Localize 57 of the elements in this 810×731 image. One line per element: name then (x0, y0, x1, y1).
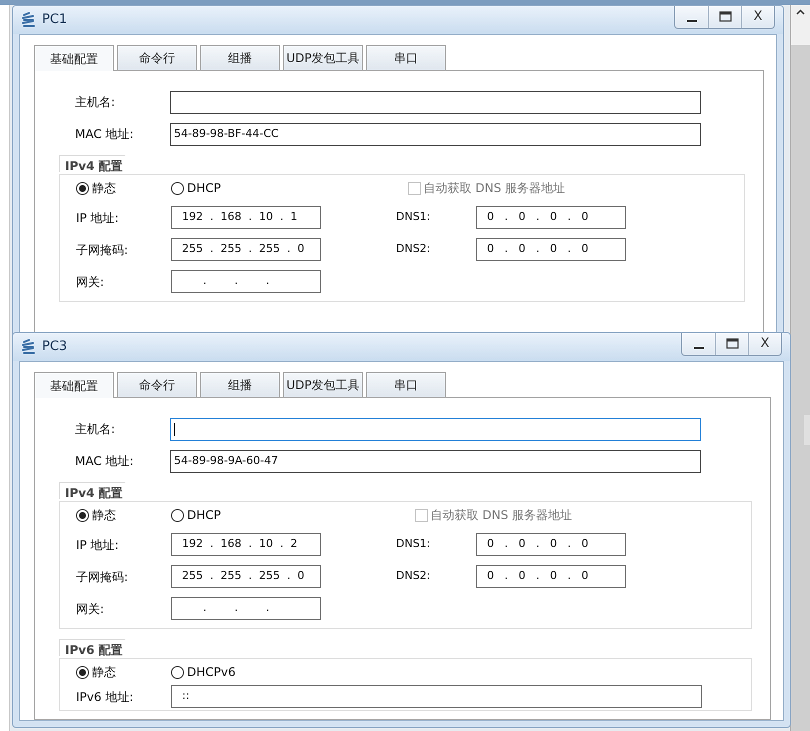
tab[interactable]: 组播 (200, 45, 280, 70)
field-label: MAC 地址: (74, 453, 135, 470)
pc-icon (21, 339, 37, 355)
tab[interactable]: 串口 (366, 372, 446, 397)
mac-address-field[interactable]: 54-89-98-9A-60-47 (170, 450, 701, 472)
scrollbar[interactable] (790, 5, 810, 731)
tab[interactable]: 组播 (200, 372, 280, 397)
tab[interactable]: 命令行 (117, 372, 197, 397)
radio-option[interactable]: DHCP (171, 179, 221, 197)
mac-address-field[interactable]: 54-89-98-BF-44-CC (170, 122, 701, 146)
hostname-field[interactable] (170, 418, 701, 440)
radio-option[interactable]: 静态 (76, 506, 171, 524)
ip-address-field[interactable]: 255 . 255 . 255 . 0 (171, 565, 321, 588)
ip-address-field[interactable]: . . . (171, 597, 321, 620)
hostname-field[interactable] (170, 90, 701, 114)
maximize-icon (726, 338, 738, 349)
ip-address-field[interactable]: 0 . 0 . 0 . 0 (476, 533, 626, 556)
tab[interactable]: 串口 (366, 45, 446, 70)
ip-address-field[interactable]: 0 . 0 . 0 . 0 (476, 206, 626, 229)
field-label: MAC 地址: (74, 126, 135, 143)
radio-option[interactable]: DHCP (171, 506, 221, 524)
ip-address-field[interactable]: . . . (171, 270, 321, 293)
scroll-up-icon[interactable] (796, 9, 805, 15)
radio-option[interactable]: 静态 (76, 179, 171, 197)
radio-option[interactable]: 静态 (76, 663, 171, 681)
field-label: DNS2: (396, 241, 432, 258)
ip-address-field[interactable]: 255 . 255 . 255 . 0 (171, 238, 321, 261)
field-label: DNS1: (396, 209, 432, 226)
text-cursor-icon (174, 422, 175, 436)
ip-address-field[interactable]: 192 . 168 . 10 . 2 (171, 533, 321, 556)
tab[interactable]: 基础配置 (34, 45, 114, 71)
radio-option[interactable]: DHCPv6 (171, 663, 236, 681)
tab[interactable]: 命令行 (117, 45, 197, 70)
window-title: PC1 (42, 11, 68, 30)
field-label: 子网掩码: (76, 242, 130, 258)
tab[interactable]: UDP发包工具 (283, 372, 363, 397)
field-label: IP 地址: (76, 536, 120, 554)
field-label: 主机名: (74, 421, 116, 438)
field-label: DNS2: (396, 568, 432, 584)
ip-address-field[interactable]: 0 . 0 . 0 . 0 (476, 238, 626, 261)
tab[interactable]: UDP发包工具 (283, 45, 363, 70)
pc-icon (21, 12, 37, 28)
field-label: 网关: (76, 274, 106, 290)
ip-address-field[interactable]: 0 . 0 . 0 . 0 (476, 565, 626, 588)
window-title: PC3 (42, 338, 68, 356)
tab[interactable]: 基础配置 (34, 372, 114, 398)
ipv6-address-field[interactable]: :: (171, 685, 702, 708)
field-label: 网关: (76, 600, 106, 618)
field-label: IPv6 地址: (76, 688, 134, 706)
minimize-icon (694, 346, 704, 348)
field-label: DNS1: (396, 536, 432, 552)
ip-address-field[interactable]: 192 . 168 . 10 . 1 (171, 206, 321, 229)
field-label: 主机名: (74, 94, 116, 111)
minimize-icon (686, 20, 696, 22)
maximize-icon (718, 11, 732, 22)
field-label: IP 地址: (76, 210, 120, 226)
field-label: 子网掩码: (76, 568, 130, 586)
